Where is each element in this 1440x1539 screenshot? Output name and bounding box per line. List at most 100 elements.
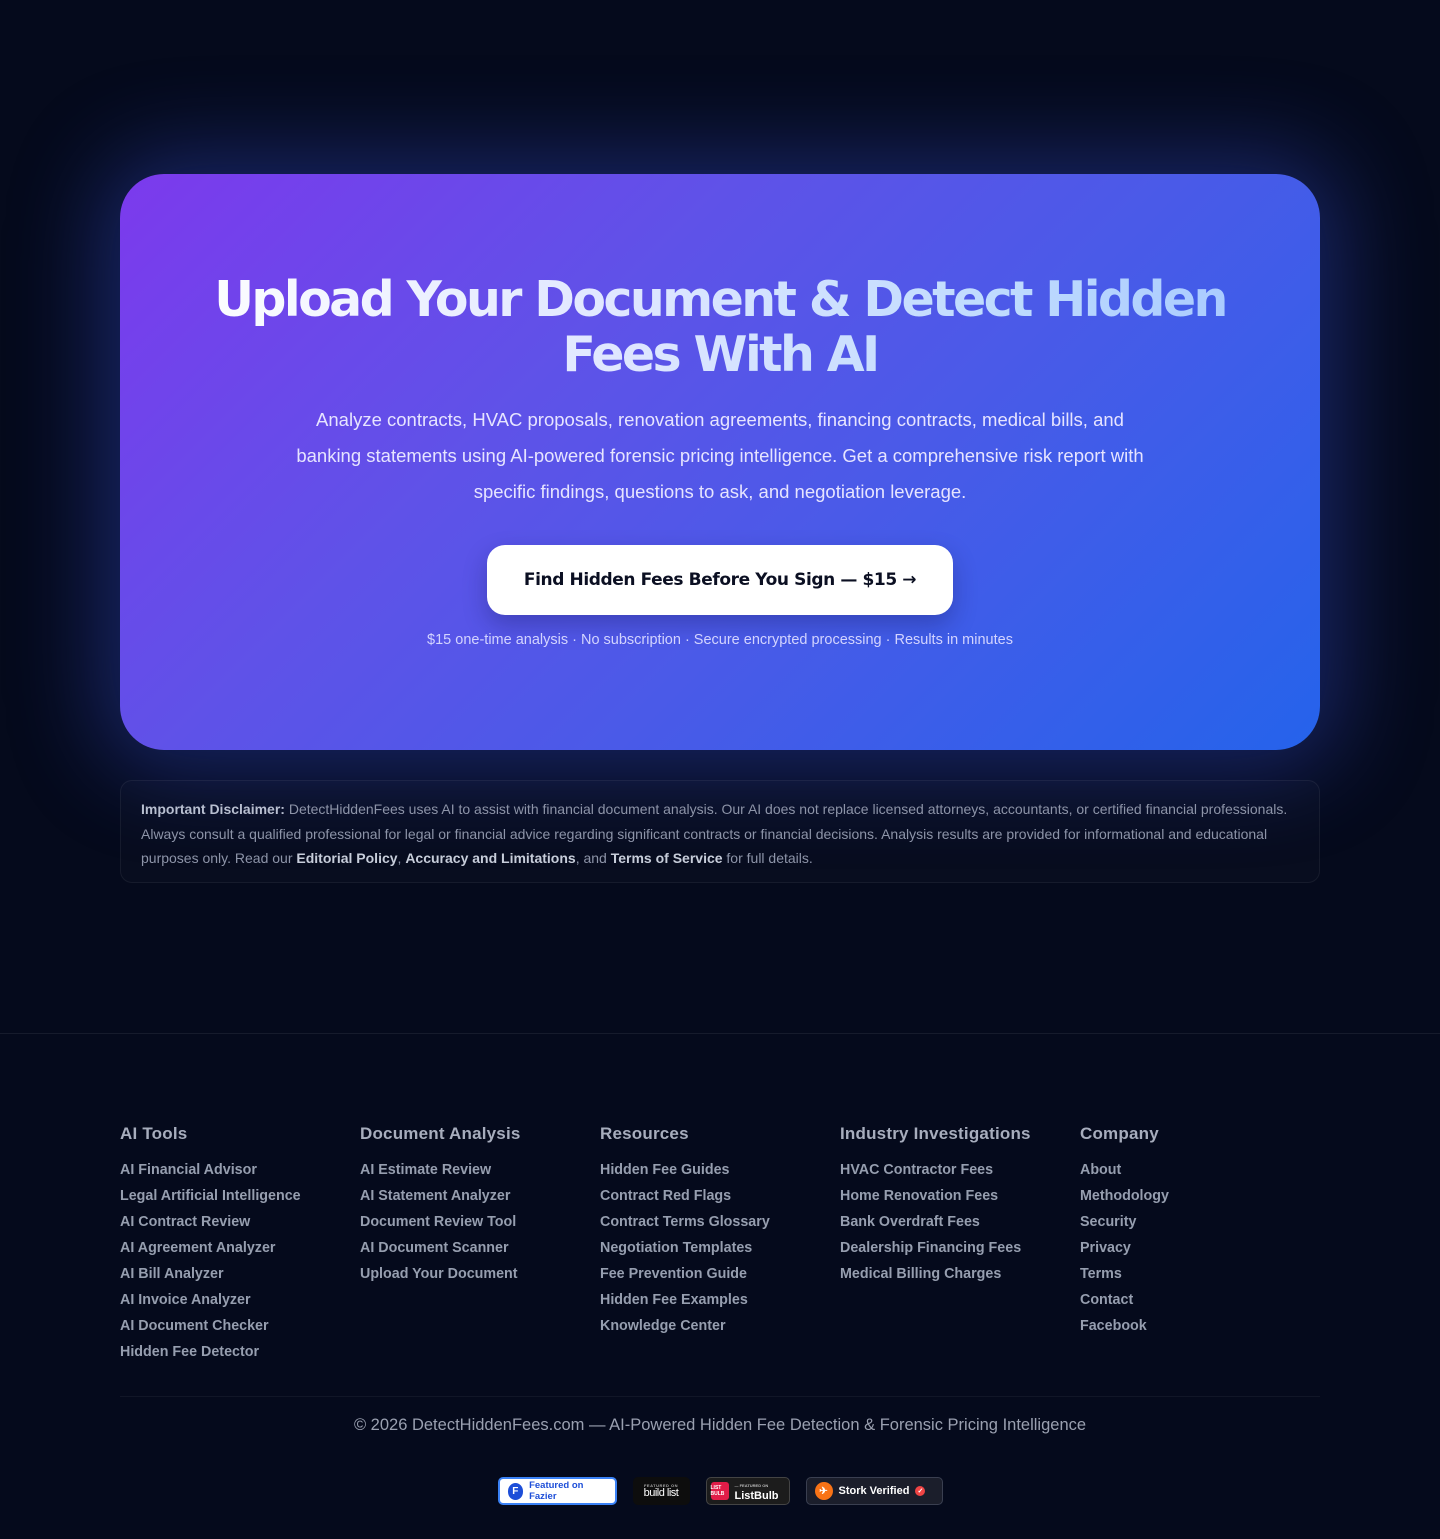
footer-column-industry-investigations: Industry Investigations HVAC Contractor … [840,1124,1080,1370]
footer-link[interactable]: Hidden Fee Detector [120,1344,259,1360]
footer-link[interactable]: AI Estimate Review [360,1162,491,1178]
footer-link-item: Facebook [1080,1318,1320,1344]
fazier-logo-icon: F [507,1482,524,1500]
footer-link[interactable]: Hidden Fee Guides [600,1162,730,1178]
editorial-policy-link[interactable]: Editorial Policy [296,850,397,866]
footer-link[interactable]: Terms [1080,1266,1122,1282]
footer-link[interactable]: Hidden Fee Examples [600,1292,748,1308]
stork-logo-icon: ✈ [814,1482,833,1500]
footer-nav: AI Tools AI Financial Advisor Legal Arti… [120,1124,1320,1370]
fazier-badge[interactable]: F Featured on Fazier [497,1477,617,1505]
footer-link[interactable]: Medical Billing Charges [840,1266,1001,1282]
footer-link[interactable]: AI Statement Analyzer [360,1188,510,1204]
disclaimer-separator: , and [575,850,611,866]
footer-link-item: Terms [1080,1266,1320,1292]
footer-link[interactable]: Home Renovation Fees [840,1188,998,1204]
footer-link[interactable]: Bank Overdraft Fees [840,1214,980,1230]
hero-subtitle: Analyze contracts, HVAC proposals, renov… [296,409,1144,502]
footer-link-item: Contact [1080,1292,1320,1318]
footer-link-item: Home Renovation Fees [840,1188,1080,1214]
footer-link-item: Hidden Fee Detector [120,1344,360,1370]
stork-verified-badge[interactable]: ✈ Stork Verified ✓ [805,1477,943,1505]
footer-column-title: Company [1080,1124,1159,1143]
footer-column-document-analysis: Document Analysis AI Estimate Review AI … [360,1124,600,1370]
listbulb-badge[interactable]: LIST BULB — FEATURED ON ListBulb [705,1477,790,1505]
footer-link[interactable]: Upload Your Document [360,1266,518,1282]
accuracy-limitations-link[interactable]: Accuracy and Limitations [405,850,575,866]
verified-check-icon: ✓ [915,1486,926,1496]
disclaimer-box: Important Disclaimer: DetectHiddenFees u… [120,780,1320,883]
footer-link-item: AI Statement Analyzer [360,1188,600,1214]
buildlist-badge-label: build list [643,1487,679,1499]
copyright-text: © 2026 DetectHiddenFees.com — AI-Powered… [353,1416,1087,1434]
footer-link-item: AI Document Scanner [360,1240,600,1266]
footer-link-item: Security [1080,1214,1320,1240]
footer-link[interactable]: Contract Red Flags [600,1188,731,1204]
footer-link[interactable]: AI Financial Advisor [120,1162,257,1178]
terms-of-service-link[interactable]: Terms of Service [611,850,723,866]
disclaimer-tail: for full details. [722,850,813,866]
footer-link-item: Methodology [1080,1188,1320,1214]
footer-link[interactable]: Facebook [1080,1318,1147,1334]
footer-link[interactable]: Fee Prevention Guide [600,1266,747,1282]
footer-link[interactable]: About [1080,1162,1121,1178]
footer-link[interactable]: Contact [1080,1292,1133,1308]
footer-link-item: HVAC Contractor Fees [840,1162,1080,1188]
footer-link-item: AI Agreement Analyzer [120,1240,360,1266]
footer-link-item: Hidden Fee Examples [600,1292,840,1318]
footer-column-title: Document Analysis [360,1124,521,1143]
footer-column-title: Resources [600,1124,689,1143]
hero-title: Upload Your Document & Detect Hidden Fee… [160,272,1280,382]
footer-link[interactable]: Methodology [1080,1188,1169,1204]
listbulb-badge-label: ListBulb [734,1490,779,1502]
find-hidden-fees-button[interactable]: Find Hidden Fees Before You Sign — $15 → [487,545,953,615]
footer-link-item: Negotiation Templates [600,1240,840,1266]
footer-link[interactable]: AI Invoice Analyzer [120,1292,251,1308]
footer-link-item: AI Financial Advisor [120,1162,360,1188]
footer-link[interactable]: Knowledge Center [600,1318,726,1334]
footer-bottom-divider [120,1396,1320,1397]
fazier-badge-label: Featured on Fazier [529,1480,584,1502]
footer-link-item: AI Estimate Review [360,1162,600,1188]
footer-link[interactable]: Privacy [1080,1240,1131,1256]
footer-column-title: Industry Investigations [840,1124,1031,1143]
footer-link-item: Hidden Fee Guides [600,1162,840,1188]
footer-link[interactable]: Contract Terms Glossary [600,1214,770,1230]
buildlist-badge[interactable]: FEATURED ON build list [632,1477,690,1505]
footer-column-company: Company About Methodology Security Priva… [1080,1124,1320,1370]
footer-link[interactable]: Document Review Tool [360,1214,516,1230]
footer-link-item: AI Contract Review [120,1214,360,1240]
footer-link[interactable]: AI Document Scanner [360,1240,509,1256]
pricing-fine-print: $15 one-time analysis · No subscription … [427,632,1013,648]
footer-link[interactable]: HVAC Contractor Fees [840,1162,993,1178]
footer-column-title: AI Tools [120,1124,188,1143]
footer-link[interactable]: Legal Artificial Intelligence [120,1188,301,1204]
hero-card: Upload Your Document & Detect Hidden Fee… [120,174,1320,750]
footer-link[interactable]: Security [1080,1214,1136,1230]
stork-badge-label: Stork Verified [838,1485,910,1497]
footer-link-item: Legal Artificial Intelligence [120,1188,360,1214]
footer-link[interactable]: Dealership Financing Fees [840,1240,1021,1256]
listbulb-badge-text: — FEATURED ON ListBulb [734,1481,779,1502]
footer-link-item: Upload Your Document [360,1266,600,1292]
footer-link-item: AI Document Checker [120,1318,360,1344]
footer-link[interactable]: Negotiation Templates [600,1240,752,1256]
footer-column-resources: Resources Hidden Fee Guides Contract Red… [600,1124,840,1370]
footer-link-item: Contract Red Flags [600,1188,840,1214]
footer-link[interactable]: AI Agreement Analyzer [120,1240,275,1256]
footer-link-item: Knowledge Center [600,1318,840,1344]
footer-link[interactable]: AI Document Checker [120,1318,269,1334]
footer-link[interactable]: AI Bill Analyzer [120,1266,224,1282]
footer-link[interactable]: AI Contract Review [120,1214,250,1230]
footer-divider [0,1033,1440,1034]
listbulb-logo-icon: LIST BULB [710,1482,729,1500]
badge-row: F Featured on Fazier FEATURED ON build l… [0,1477,1440,1505]
footer-link-item: Privacy [1080,1240,1320,1266]
footer-link-item: AI Bill Analyzer [120,1266,360,1292]
footer-link-item: Contract Terms Glossary [600,1214,840,1240]
footer-link-item: About [1080,1162,1320,1188]
footer-link-item: Document Review Tool [360,1214,600,1240]
footer-link-item: AI Invoice Analyzer [120,1292,360,1318]
footer-link-item: Dealership Financing Fees [840,1240,1080,1266]
disclaimer-heading: Important Disclaimer: [141,801,285,817]
